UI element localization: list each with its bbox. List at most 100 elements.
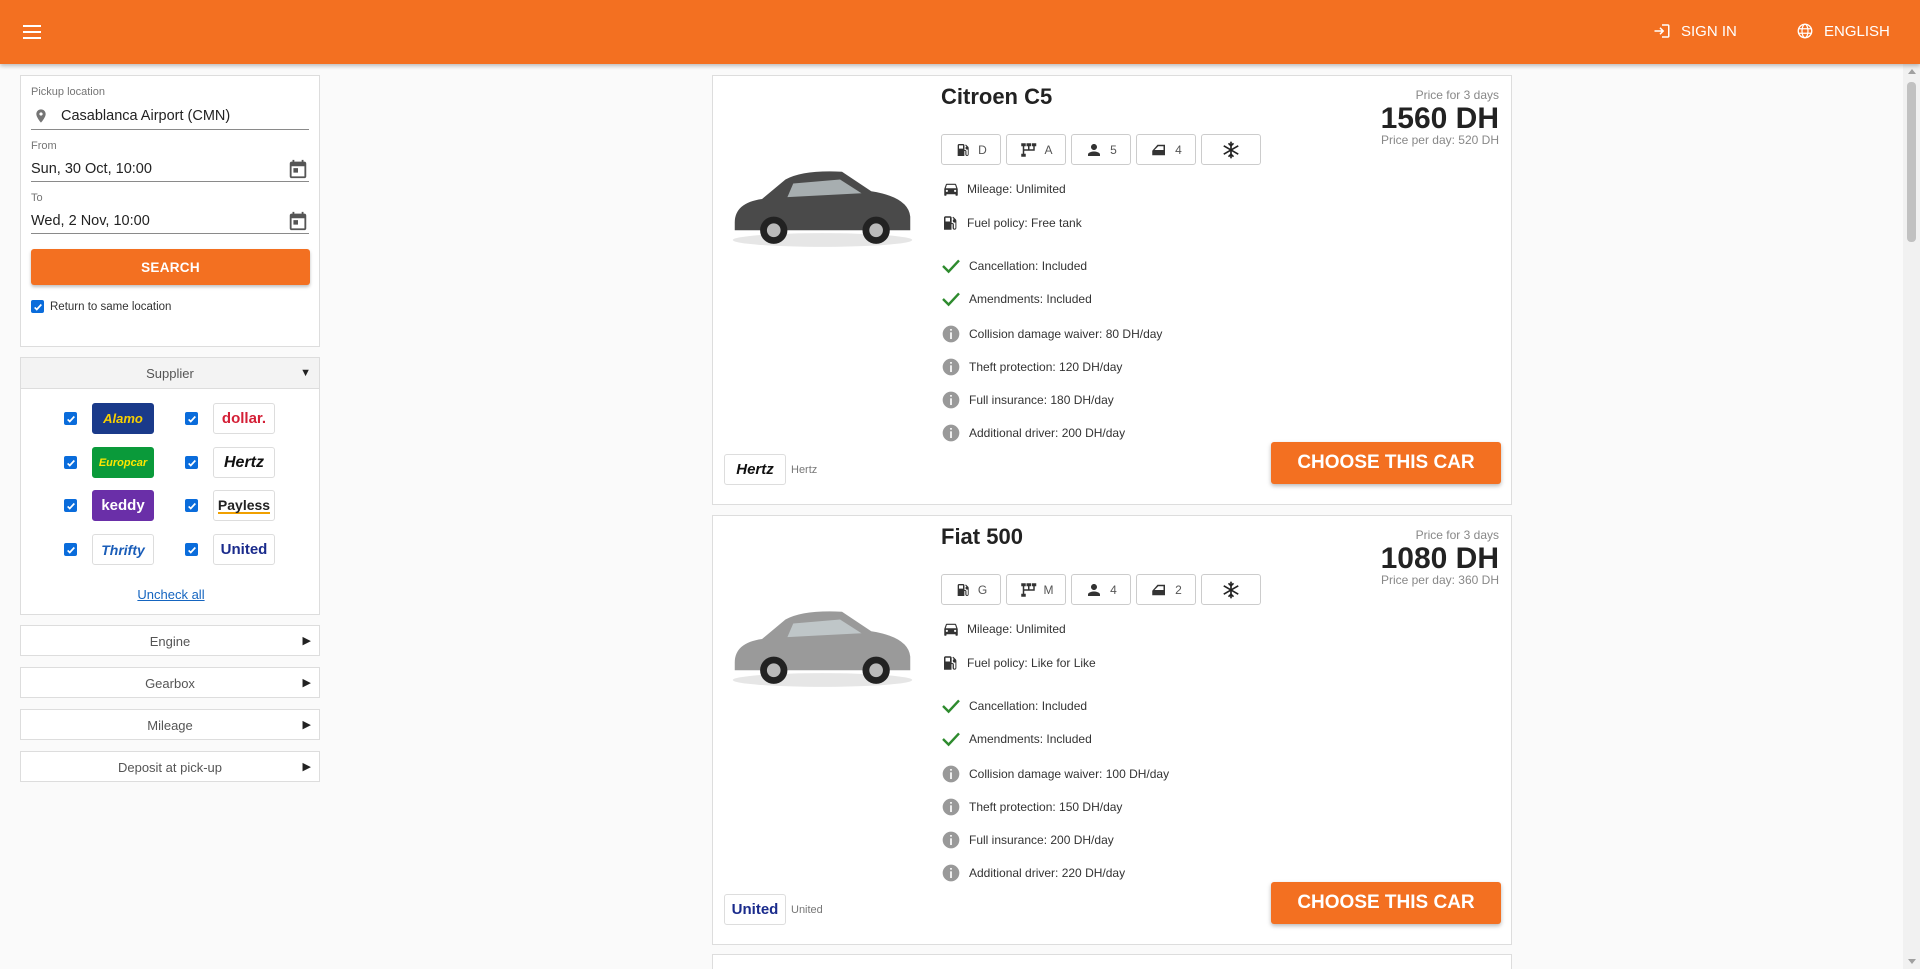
mileage-filter[interactable]: Mileage ▶ — [20, 709, 320, 740]
mileage-text: Mileage: Unlimited — [967, 622, 1066, 636]
pickup-location-value: Casablanca Airport (CMN) — [61, 107, 231, 124]
doors-spec-value: 2 — [1175, 582, 1182, 597]
hertz-logo: Hertz — [213, 447, 275, 478]
supplier-checkbox[interactable] — [185, 543, 198, 556]
scroll-up-arrow[interactable] — [1908, 69, 1916, 74]
supplier-checkbox[interactable] — [64, 412, 77, 425]
car-icon — [944, 623, 958, 636]
language-button[interactable]: ENGLISH — [1796, 22, 1890, 40]
return-same-location-row[interactable]: Return to same location — [31, 300, 309, 313]
insurance-row: Full insurance: 180 DH/day — [941, 390, 1114, 410]
check-icon — [187, 546, 196, 554]
engine-filter[interactable]: Engine ▶ — [20, 625, 320, 656]
info-icon[interactable] — [941, 324, 961, 344]
fuel-policy-text: Fuel policy: Free tank — [967, 216, 1082, 230]
doors-spec: 4 — [1136, 134, 1196, 165]
alamo-logo: Alamo — [92, 403, 154, 434]
check-mark-icon — [942, 732, 960, 747]
cdw-row: Collision damage waiver: 80 DH/day — [941, 324, 1162, 344]
amendments-text: Amendments: Included — [969, 292, 1092, 306]
info-icon[interactable] — [941, 863, 961, 883]
supplier-logo: United — [724, 894, 786, 925]
engine-filter-header[interactable]: Engine ▶ — [21, 626, 319, 657]
pickup-location-field[interactable]: Casablanca Airport (CMN) — [31, 102, 309, 130]
thrifty-logo: Thrifty — [92, 534, 154, 565]
info-icon[interactable] — [941, 390, 961, 410]
car-name: Fiat 500 — [941, 524, 1023, 549]
sign-in-button[interactable]: SIGN IN — [1653, 22, 1737, 40]
info-icon[interactable] — [941, 797, 961, 817]
fuel-spec-value: D — [978, 142, 987, 157]
mileage-filter-header[interactable]: Mileage ▶ — [21, 710, 319, 741]
supplier-checkbox[interactable] — [185, 412, 198, 425]
supplier-item-dollar[interactable]: dollar. — [185, 403, 275, 434]
fuel-spec-value: G — [977, 582, 988, 597]
supplier-item-hertz[interactable]: Hertz — [185, 447, 275, 478]
scroll-down-arrow[interactable] — [1908, 959, 1916, 964]
europcar-logo: Europcar — [92, 447, 154, 478]
supplier-checkbox[interactable] — [185, 499, 198, 512]
supplier-checkbox[interactable] — [64, 543, 77, 556]
caret-right-icon: ▶ — [302, 761, 311, 773]
sign-in-label: SIGN IN — [1681, 22, 1737, 40]
supplier-checkbox[interactable] — [64, 499, 77, 512]
united-logo: United — [213, 534, 275, 565]
fuel-policy-row: Fuel policy: Like for Like — [941, 653, 1096, 673]
scroll-thumb[interactable] — [1907, 82, 1916, 242]
info-icon[interactable] — [941, 830, 961, 850]
dollar-logo: dollar. — [213, 403, 275, 434]
driver-row: Additional driver: 220 DH/day — [941, 863, 1125, 883]
supplier-item-keddy[interactable]: keddy — [64, 490, 154, 521]
search-button[interactable]: SEARCH — [31, 249, 310, 285]
gearbox-icon — [1020, 582, 1036, 597]
car-door-icon — [1152, 584, 1166, 595]
choose-car-button[interactable]: CHOOSE THIS CAR — [1271, 882, 1501, 924]
info-icon[interactable] — [941, 764, 961, 784]
uncheck-all-link[interactable]: Uncheck all — [21, 587, 321, 602]
check-mark-icon — [942, 259, 960, 274]
supplier-item-thrifty[interactable]: Thrifty — [64, 534, 154, 565]
to-date-field[interactable]: Wed, 2 Nov, 10:00 — [31, 208, 309, 234]
supplier-item-alamo[interactable]: Alamo — [64, 403, 154, 434]
supplier-tag: Hertz Hertz — [724, 454, 817, 485]
calendar-icon[interactable] — [287, 158, 309, 180]
insurance-row: Full insurance: 200 DH/day — [941, 830, 1114, 850]
return-same-location-checkbox[interactable] — [31, 300, 44, 313]
deposit-filter-header[interactable]: Deposit at pick-up ▶ — [21, 752, 319, 783]
supplier-checkbox[interactable] — [185, 456, 198, 469]
seats-spec: 5 — [1071, 134, 1131, 165]
supplier-item-europcar[interactable]: Europcar — [64, 447, 154, 478]
from-date-value: Sun, 30 Oct, 10:00 — [31, 160, 152, 177]
calendar-icon[interactable] — [287, 210, 309, 232]
supplier-logo: Hertz — [724, 454, 786, 485]
car-card-partial — [712, 954, 1512, 969]
page-scrollbar[interactable] — [1903, 64, 1920, 969]
driver-text: Additional driver: 220 DH/day — [969, 866, 1126, 880]
price-period-label: Price for 3 days — [1415, 88, 1499, 102]
theft-text: Theft protection: 120 DH/day — [969, 360, 1123, 374]
hamburger-menu-icon[interactable] — [20, 20, 44, 44]
supplier-item-payless[interactable]: Payless — [185, 490, 275, 521]
deposit-filter[interactable]: Deposit at pick-up ▶ — [20, 751, 320, 782]
gearbox-filter-header[interactable]: Gearbox ▶ — [21, 668, 319, 699]
caret-right-icon: ▶ — [302, 719, 311, 731]
snowflake-icon — [1223, 141, 1239, 158]
supplier-filter-header[interactable]: Supplier ▼ — [21, 358, 319, 389]
mileage-text: Mileage: Unlimited — [967, 182, 1066, 196]
price-total: 1080 DH — [1380, 542, 1499, 575]
supplier-item-united[interactable]: United — [185, 534, 275, 565]
info-icon[interactable] — [941, 357, 961, 377]
gearbox-filter[interactable]: Gearbox ▶ — [20, 667, 320, 698]
person-icon — [1088, 583, 1101, 596]
choose-car-button[interactable]: CHOOSE THIS CAR — [1271, 442, 1501, 484]
from-label: From — [31, 140, 57, 152]
car-door-icon — [1152, 144, 1166, 155]
from-date-field[interactable]: Sun, 30 Oct, 10:00 — [31, 156, 309, 182]
seats-spec-value: 4 — [1110, 582, 1117, 597]
gearbox-spec: A — [1006, 134, 1066, 165]
gearbox-spec-value: A — [1044, 142, 1053, 157]
check-icon — [66, 415, 75, 423]
amendments-text: Amendments: Included — [969, 732, 1092, 746]
info-icon[interactable] — [941, 423, 961, 443]
supplier-checkbox[interactable] — [64, 456, 77, 469]
